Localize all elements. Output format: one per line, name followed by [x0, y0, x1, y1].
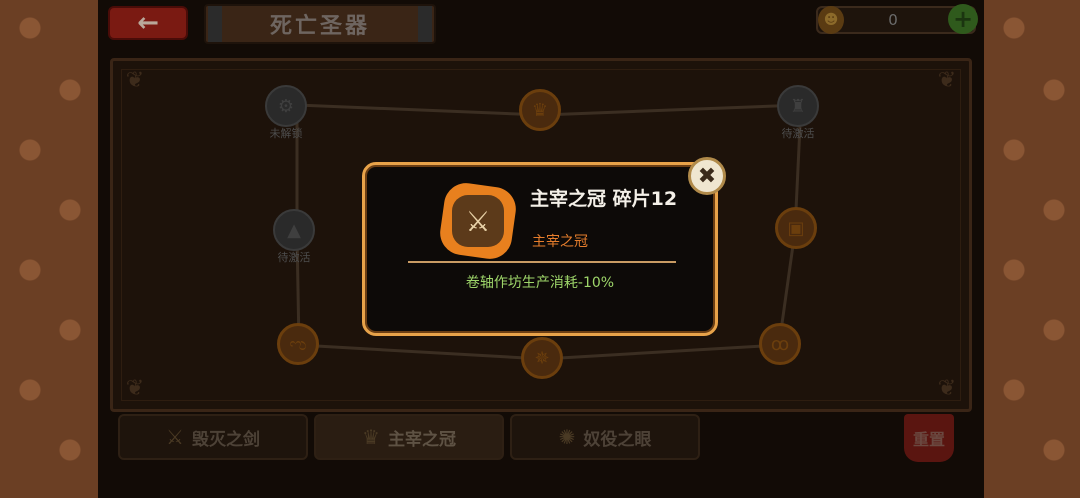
popup-divider [408, 261, 676, 263]
close-icon: ✖ [697, 163, 717, 189]
popup-subtitle: 主宰之冠 [532, 234, 588, 250]
close-button[interactable]: ✖ [688, 157, 726, 195]
popup-title: 主宰之冠 碎片12 [530, 188, 678, 210]
popup-overlay: ⚔ 主宰之冠 碎片12 主宰之冠 卷轴作坊生产消耗-10% ✖ [0, 0, 1080, 498]
popup-effect-text: 卷轴作坊生产消耗-10% [465, 275, 615, 291]
item-badge: ⚔ [437, 180, 519, 262]
shield-sword-icon: ⚔ [452, 195, 504, 247]
